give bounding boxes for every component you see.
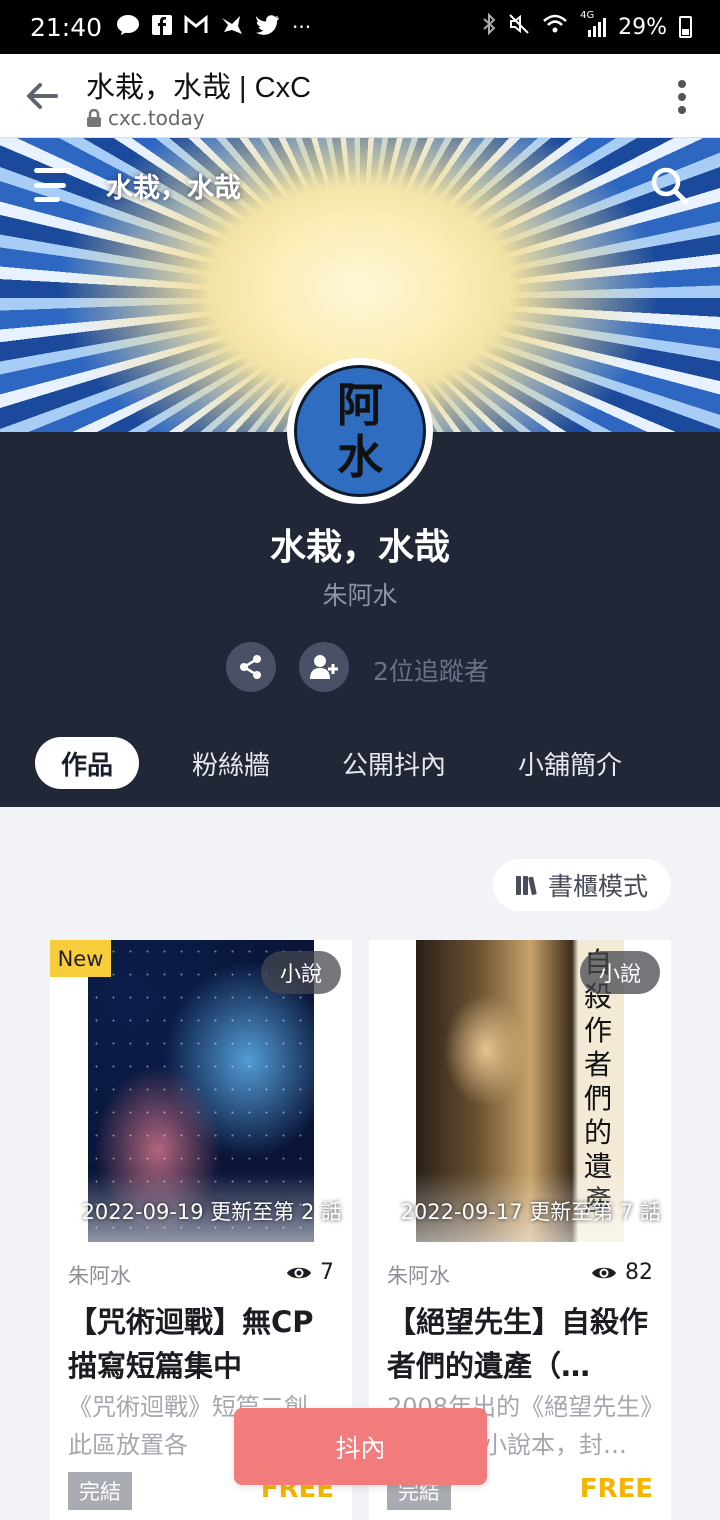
gmail-icon (184, 14, 208, 40)
profile-tabs: 作品 粉絲牆 公開抖內 小舖簡介 (35, 737, 622, 789)
tab-shop-intro[interactable]: 小舖簡介 (518, 737, 622, 789)
follower-count: 2位追蹤者 (373, 657, 489, 686)
battery-percent: 29% (618, 14, 667, 40)
wifi-icon (542, 13, 568, 41)
more-icon: ··· (292, 15, 312, 39)
facebook-icon (152, 14, 173, 40)
books-icon (515, 876, 537, 895)
tab-works[interactable]: 作品 (35, 737, 140, 789)
view-count: 7 (286, 1260, 334, 1285)
search-button[interactable] (650, 166, 690, 206)
status-bar: 21:40 ··· 4G 29% (0, 0, 720, 54)
search-icon (651, 167, 689, 205)
eye-icon (287, 1267, 311, 1278)
bluetooth-icon (482, 12, 496, 41)
view-count: 82 (591, 1260, 653, 1285)
bookshelf-mode-button[interactable]: 書櫃模式 (493, 859, 671, 911)
avatar-text-bottom: 水 (337, 430, 383, 484)
tab-fan-wall[interactable]: 粉絲牆 (192, 737, 270, 789)
page-title: 水栽，水哉 | CxC (86, 72, 312, 104)
card-author: 朱阿水 (387, 1264, 450, 1288)
work-cover[interactable]: New 小說 2022-09-19 更新至第 2 話 (50, 940, 352, 1242)
new-badge: New (50, 940, 111, 977)
update-info: 2022-09-17 更新至第 7 話 (400, 1200, 661, 1224)
menu-button[interactable] (34, 168, 74, 202)
card-title[interactable]: 【絕望先生】自殺作者們的遺產（… (387, 1300, 657, 1388)
price-label: FREE (579, 1474, 653, 1504)
line-icon (116, 14, 140, 41)
tab-public-donate[interactable]: 公開抖內 (342, 737, 446, 789)
donate-button[interactable]: 抖內 (234, 1408, 487, 1485)
arrow-left-icon (27, 83, 58, 109)
system-icons: 4G 29% (482, 10, 692, 41)
avatar-text-top: 阿 (337, 378, 383, 432)
mute-icon (508, 13, 530, 41)
share-button[interactable] (226, 642, 276, 692)
browser-bar: 水栽，水哉 | CxC cxc.today (0, 54, 720, 138)
work-cover[interactable]: 自殺作者們的遺產 小說 2022-09-17 更新至第 7 話 (369, 940, 671, 1242)
share-icon (240, 655, 261, 679)
view-count-value: 7 (320, 1260, 334, 1285)
shop-name: 水栽，水哉 (269, 527, 450, 568)
add-user-icon (310, 655, 338, 679)
shop-header: 水栽，水哉 (0, 138, 720, 228)
battery-icon (679, 16, 692, 38)
card-author: 朱阿水 (68, 1264, 131, 1288)
more-options-button[interactable] (676, 80, 688, 114)
avatar[interactable]: 阿 水 (287, 358, 433, 504)
eye-icon (592, 1267, 616, 1278)
update-info: 2022-09-19 更新至第 2 話 (81, 1200, 342, 1224)
view-count-value: 82 (625, 1260, 653, 1285)
url-display[interactable]: cxc.today (86, 106, 205, 130)
bird-icon (220, 14, 244, 41)
card-title[interactable]: 【咒術迴戰】無CP描寫短篇集中 (68, 1300, 338, 1388)
type-badge: 小說 (261, 951, 341, 994)
notification-icons: ··· (116, 14, 311, 41)
follow-button[interactable] (299, 642, 349, 692)
status-badge: 完結 (68, 1472, 132, 1510)
type-badge: 小說 (580, 951, 660, 994)
author-name[interactable]: 朱阿水 (0, 576, 720, 612)
bookshelf-mode-label: 書櫃模式 (547, 872, 648, 901)
twitter-icon (255, 14, 280, 40)
url-text: cxc.today (108, 106, 205, 130)
back-button[interactable] (24, 78, 60, 114)
lock-icon (87, 109, 101, 127)
shop-header-title: 水栽，水哉 (106, 173, 241, 204)
status-time: 21:40 (30, 12, 103, 42)
signal-icon: 4G (580, 10, 607, 38)
